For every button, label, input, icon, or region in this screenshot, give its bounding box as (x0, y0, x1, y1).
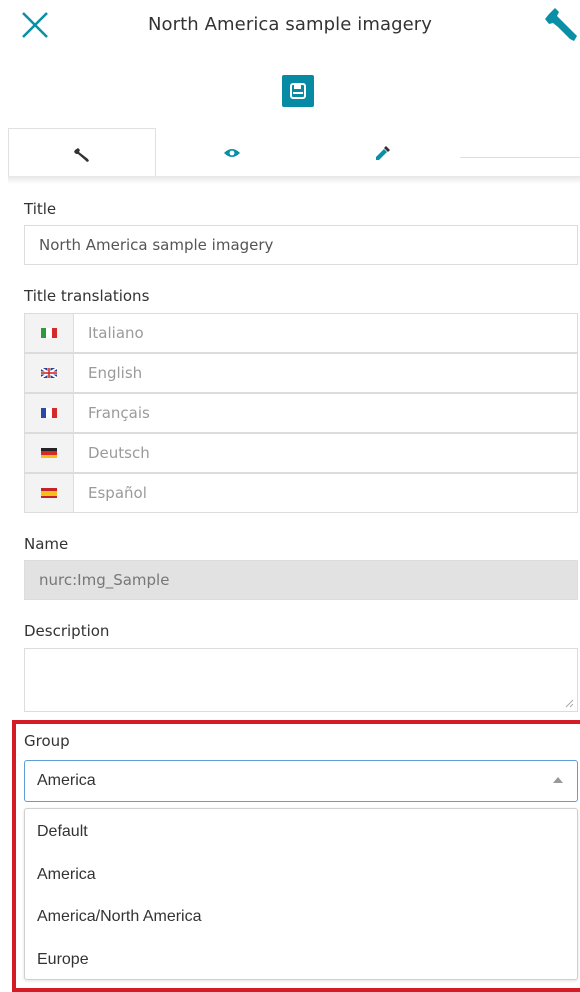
group-selected-value: America (37, 772, 96, 789)
tab-bar (0, 128, 580, 180)
title-input[interactable]: North America sample imagery (24, 225, 578, 265)
group-option-america-north-america[interactable]: America/North America (37, 908, 202, 926)
group-option-default[interactable]: Default (37, 823, 88, 841)
eye-icon (224, 149, 240, 157)
uk-flag-icon (25, 354, 74, 392)
settings-wrench-button[interactable] (545, 8, 579, 42)
translation-row-en: English (24, 353, 578, 393)
translation-row-es: Español (24, 473, 578, 513)
translation-row-de: Deutsch (24, 433, 578, 473)
name-label: Name (24, 535, 69, 553)
translations-label: Title translations (24, 287, 150, 305)
tab-divider (460, 157, 580, 158)
tab-shadow (8, 176, 580, 184)
translation-input-en[interactable]: English (74, 354, 577, 392)
resize-handle-icon[interactable] (565, 699, 574, 708)
translation-input-it[interactable]: Italiano (74, 314, 577, 352)
wrench-icon (74, 147, 89, 162)
group-option-europe[interactable]: Europe (37, 951, 89, 969)
translation-input-fr[interactable]: Français (74, 394, 577, 432)
translation-row-it: Italiano (24, 313, 578, 353)
panel-title: North America sample imagery (147, 14, 433, 35)
spain-flag-icon (25, 474, 74, 512)
caret-up-icon (553, 777, 563, 783)
group-label: Group (24, 732, 70, 750)
group-select[interactable]: America (24, 760, 578, 802)
translation-input-es[interactable]: Español (74, 474, 577, 512)
tab-display[interactable] (157, 128, 307, 179)
group-dropdown-menu: Default America America/North America Eu… (24, 808, 578, 980)
wrench-icon (545, 8, 577, 41)
group-option-america[interactable]: America (37, 866, 96, 884)
translation-input-de[interactable]: Deutsch (74, 434, 577, 472)
description-label: Description (24, 622, 110, 640)
floppy-disk-icon (290, 83, 306, 99)
save-button[interactable] (282, 75, 314, 107)
italy-flag-icon (25, 314, 74, 352)
tab-settings[interactable] (8, 128, 156, 180)
translation-row-fr: Français (24, 393, 578, 433)
tab-style[interactable] (307, 128, 459, 179)
germany-flag-icon (25, 434, 74, 472)
france-flag-icon (25, 394, 74, 432)
eyedropper-icon (376, 146, 390, 160)
name-field: nurc:Img_Sample (24, 560, 578, 600)
description-textarea[interactable] (24, 648, 578, 712)
title-label: Title (24, 200, 57, 218)
